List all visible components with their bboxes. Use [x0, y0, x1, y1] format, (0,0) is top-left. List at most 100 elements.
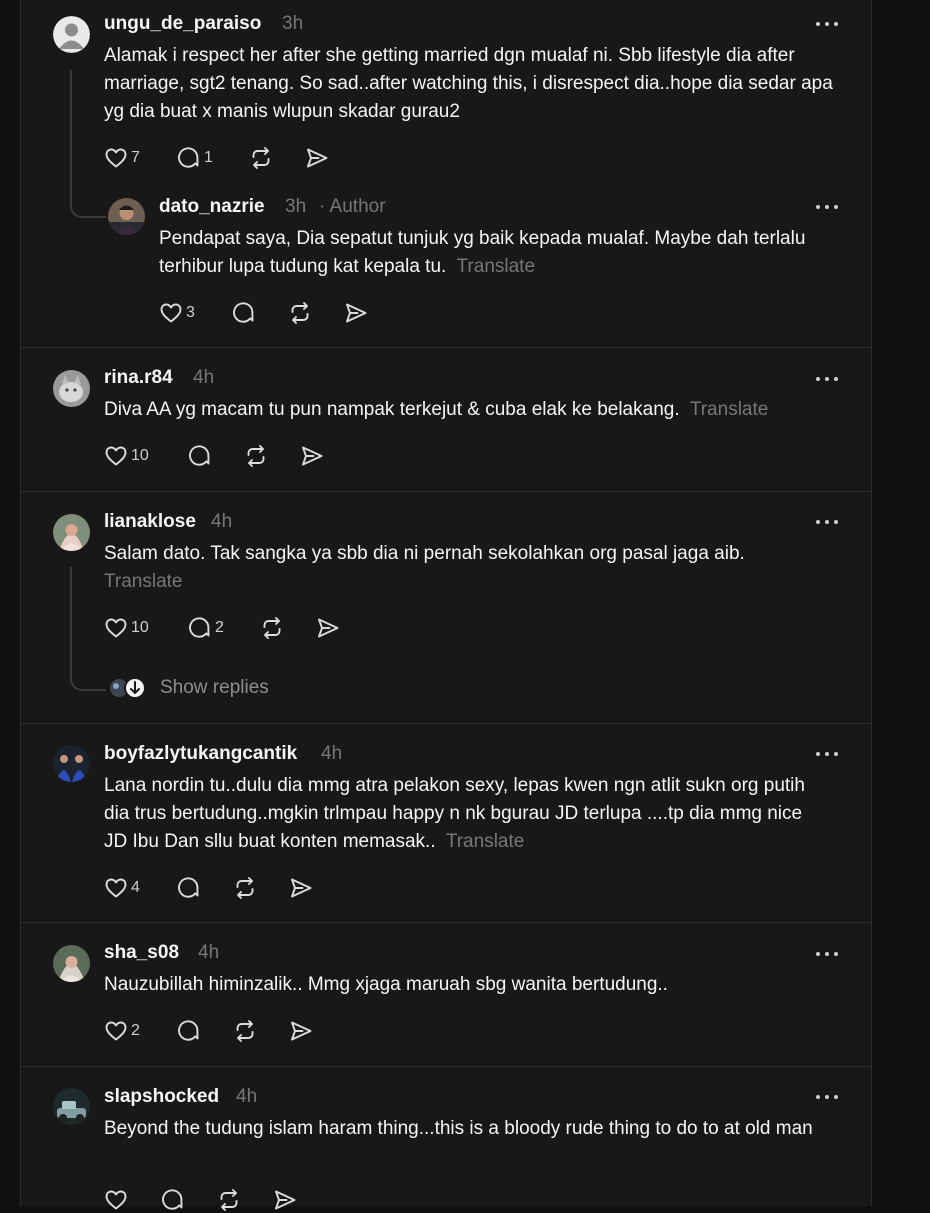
like-button[interactable]: 3 — [159, 300, 195, 326]
translate-link[interactable]: Translate — [104, 571, 183, 592]
comment-text: Nauzubillah himinzalik.. Mmg xjaga marua… — [104, 974, 668, 995]
comment-text: Lana nordin tu..dulu dia mmg atra pelako… — [104, 775, 805, 852]
like-button[interactable]: 2 — [104, 1018, 140, 1044]
comment-time: 4h — [198, 942, 220, 963]
repost-button[interactable] — [217, 1187, 241, 1213]
translate-link[interactable]: Translate — [446, 831, 525, 852]
repost-button[interactable] — [244, 443, 268, 469]
avatar-slapshocked[interactable] — [53, 1088, 90, 1125]
reply-button[interactable]: 1 — [177, 145, 213, 171]
heart-icon — [160, 303, 182, 323]
like-button[interactable]: 7 — [104, 145, 140, 171]
thread-line — [70, 567, 106, 691]
like-button[interactable]: 4 — [104, 875, 140, 901]
translate-link[interactable]: Translate — [457, 256, 536, 277]
share-button[interactable] — [316, 615, 340, 641]
comment-time: 3h — [282, 13, 304, 34]
avatar-lianaklose[interactable] — [53, 514, 90, 551]
like-count: 2 — [131, 1022, 140, 1039]
send-icon — [318, 618, 339, 638]
reply-button[interactable] — [232, 300, 256, 326]
send-icon — [346, 303, 367, 323]
reply-button[interactable] — [161, 1187, 185, 1213]
comments-panel — [20, 0, 872, 1206]
repost-icon — [236, 1020, 254, 1042]
share-button[interactable] — [305, 145, 329, 171]
comment-text: Diva AA yg macam tu pun nampak terkejut … — [104, 399, 769, 420]
comment-username[interactable]: slapshocked — [104, 1086, 219, 1108]
comment-username[interactable]: ungu_de_paraiso — [104, 13, 261, 35]
comment-divider — [20, 491, 872, 492]
comment-divider — [20, 922, 872, 923]
send-icon — [275, 1190, 296, 1210]
repost-icon — [291, 302, 309, 324]
avatar-rina-r84[interactable] — [53, 370, 90, 407]
like-button[interactable]: 10 — [104, 443, 149, 469]
comment-bubble-icon — [233, 302, 254, 323]
reply-button[interactable]: 2 — [188, 615, 224, 641]
avatar-default[interactable] — [53, 16, 90, 53]
repost-button[interactable] — [233, 875, 257, 901]
comment-divider — [20, 347, 872, 348]
send-icon — [302, 446, 323, 466]
reply-button[interactable] — [177, 1018, 201, 1044]
more-dots-icon[interactable] — [816, 20, 840, 28]
repost-icon — [236, 877, 254, 899]
more-dots-icon[interactable] — [816, 375, 840, 383]
author-badge: · Author — [319, 196, 386, 217]
reply-button[interactable] — [177, 875, 201, 901]
comment-bubble-icon — [178, 877, 199, 898]
like-button[interactable] — [104, 1187, 128, 1213]
like-button[interactable]: 10 — [104, 615, 149, 641]
reply-count: 2 — [215, 619, 224, 636]
comment-bubble-icon — [178, 1020, 199, 1041]
send-icon — [291, 1021, 312, 1041]
repost-button[interactable] — [288, 300, 312, 326]
comment-bubble-icon — [189, 445, 210, 466]
comment-time: 4h — [193, 367, 215, 388]
comment-bubble-icon — [189, 617, 210, 638]
avatar-sha-s08[interactable] — [53, 945, 90, 982]
more-dots-icon[interactable] — [816, 518, 840, 526]
comment-bubble-icon — [162, 1189, 183, 1210]
show-replies-avatars[interactable] — [108, 677, 148, 699]
heart-icon — [105, 148, 127, 168]
repost-button[interactable] — [249, 145, 273, 171]
more-dots-icon[interactable] — [816, 750, 840, 758]
comment-text: Beyond the tudung islam haram thing...th… — [104, 1118, 813, 1139]
comment-username[interactable]: lianaklose — [104, 511, 196, 533]
repost-icon — [252, 147, 270, 169]
show-replies-link[interactable]: Show replies — [160, 677, 269, 699]
comment-time: 4h — [321, 743, 343, 764]
comment-divider — [20, 723, 872, 724]
more-dots-icon[interactable] — [816, 950, 840, 958]
share-button[interactable] — [289, 875, 313, 901]
comment-text: Alamak i respect her after she getting m… — [104, 45, 833, 122]
translate-link[interactable]: Translate — [690, 399, 769, 420]
repost-button[interactable] — [260, 615, 284, 641]
more-dots-icon[interactable] — [816, 203, 840, 211]
like-count: 7 — [131, 149, 140, 166]
repost-icon — [220, 1189, 238, 1211]
share-button[interactable] — [289, 1018, 313, 1044]
like-count: 3 — [186, 304, 195, 321]
avatar-boyfazlytukangcantik[interactable] — [53, 745, 90, 782]
more-dots-icon[interactable] — [816, 1093, 840, 1101]
heart-icon — [105, 1021, 127, 1041]
comment-username[interactable]: boyfazlytukangcantik — [104, 743, 297, 765]
comment-time: 3h — [285, 196, 307, 217]
heart-icon — [105, 878, 127, 898]
like-count: 10 — [131, 447, 149, 464]
comment-username[interactable]: sha_s08 — [104, 942, 179, 964]
avatar-dato-nazrie[interactable] — [108, 198, 145, 235]
heart-icon — [105, 1190, 127, 1210]
like-count: 10 — [131, 619, 149, 636]
share-button[interactable] — [300, 443, 324, 469]
comment-text: Salam dato. Tak sangka ya sbb dia ni per… — [104, 543, 745, 592]
comment-username[interactable]: rina.r84 — [104, 367, 173, 389]
share-button[interactable] — [344, 300, 368, 326]
reply-button[interactable] — [188, 443, 212, 469]
share-button[interactable] — [273, 1187, 297, 1213]
comment-username[interactable]: dato_nazrie — [159, 196, 265, 218]
repost-button[interactable] — [233, 1018, 257, 1044]
